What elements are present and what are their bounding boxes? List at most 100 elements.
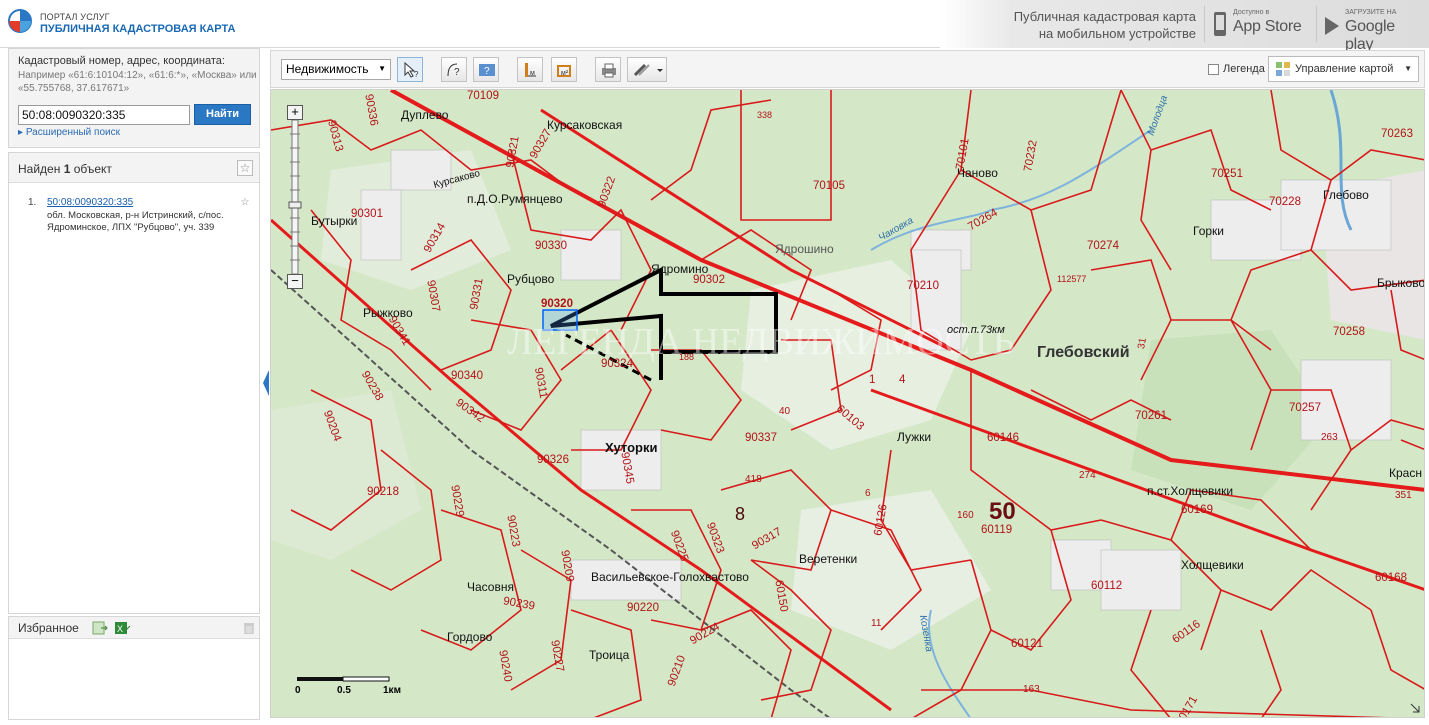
legend-label[interactable]: Легенда [1223, 63, 1265, 75]
place-label: Васильевское-Голохвастово [591, 570, 749, 584]
googleplay-small-text: ЗАГРУЗИТЕ НА [1345, 9, 1397, 16]
place-label: Троица [589, 648, 630, 662]
svg-text:X: X [117, 624, 123, 634]
svg-text:м: м [530, 70, 535, 77]
parcel-label: 70257 [1289, 402, 1321, 414]
trash-icon[interactable] [243, 622, 255, 634]
place-label: Ядрошино [775, 242, 834, 256]
advanced-search-link[interactable]: ▸ Расширенный поиск [18, 127, 120, 138]
parcel-label: 112577 [1057, 274, 1087, 284]
results-title-prefix: Найден [18, 162, 64, 176]
parcel-label: 60121 [1011, 638, 1043, 650]
search-title: Кадастровый номер, адрес, координата: [18, 55, 225, 67]
star-icon[interactable]: ☆ [239, 198, 251, 210]
map-control-dropdown[interactable]: Управление картой ▼ [1268, 56, 1419, 82]
results-title: Найден 1 объект [18, 162, 112, 176]
parcel-label: 31 [1136, 337, 1149, 350]
measure-distance-button[interactable]: м [517, 57, 543, 82]
resize-corner-icon[interactable] [1409, 702, 1421, 714]
portal-title[interactable]: ПУБЛИЧНАЯ КАДАСТРОВАЯ КАРТА [40, 23, 235, 35]
parcel-label: 1 [869, 374, 876, 386]
parcel-label: 90330 [535, 240, 567, 252]
map-watermark: ЛЕГЕНДА НЕДВИЖИМОСТЬ [507, 321, 1015, 363]
parcel-label: 50 [989, 498, 1016, 525]
chevron-down-icon: ▼ [378, 64, 386, 73]
appstore-button[interactable]: Доступно в App Store [1204, 6, 1312, 42]
measure-area-button[interactable]: м² [551, 57, 577, 82]
portal-title-small[interactable]: ПОРТАЛ УСЛУГ [40, 12, 110, 22]
help-map-icon: ? [479, 64, 495, 77]
chevron-down-icon: ▼ [1404, 64, 1412, 73]
parcel-label: 11 [871, 618, 882, 629]
collapse-panel-handle[interactable] [262, 370, 270, 396]
search-hint: Например «61:6:10104:12», «61:6:*», «Мос… [18, 70, 257, 94]
identify-icon: ? [447, 63, 460, 78]
excel-icon[interactable]: X [114, 621, 132, 635]
select-tool-button[interactable]: ? [397, 57, 423, 82]
parcel-label: 263 [1321, 432, 1338, 443]
portal-logo-icon[interactable] [8, 6, 32, 36]
appstore-small-text: Доступно в [1233, 9, 1270, 16]
printer-icon [602, 63, 616, 78]
zoom-control[interactable] [287, 104, 303, 290]
triangle-right-icon: ▸ [18, 127, 26, 138]
parcel-label: 90340 [451, 370, 483, 382]
place-label: Курсаковская [547, 118, 623, 132]
place-label: Часовня [467, 580, 514, 594]
parcel-label: 40 [779, 406, 791, 417]
svg-text:?: ? [414, 70, 419, 79]
favorites-title: Избранное [18, 621, 79, 635]
scale-bar: 0 0.5 1км [295, 675, 415, 699]
search-button[interactable]: Найти [194, 104, 251, 125]
object-type-select[interactable]: Недвижимость ▼ [281, 59, 391, 80]
place-label: Красн [1389, 466, 1422, 480]
results-title-suffix: объект [70, 162, 112, 176]
search-input[interactable] [18, 105, 190, 125]
googleplay-text: Google play [1345, 18, 1395, 53]
results-header: Найден 1 объект ☆ [9, 153, 259, 183]
place-label: Глебовский [1037, 344, 1130, 361]
place-label: Брыково [1377, 276, 1425, 290]
zoom-in-button[interactable]: + [287, 105, 303, 120]
play-icon [1325, 17, 1339, 35]
parcel-label: 4 [899, 374, 906, 386]
place-label: Холщевики [1181, 558, 1244, 572]
parcel-label: 70261 [1135, 410, 1167, 422]
parcel-label: 90326 [537, 454, 569, 466]
scale-label-0: 0 [295, 685, 301, 696]
parcel-label: 60168 [1375, 572, 1407, 584]
mobile-banner-text[interactable]: Публичная кадастровая карта на мобильном… [990, 8, 1196, 42]
link-button[interactable] [627, 57, 667, 82]
export-icon[interactable] [92, 621, 108, 635]
star-icon[interactable]: ☆ [237, 160, 253, 176]
parcel-label: 60146 [987, 432, 1019, 444]
svg-text:?: ? [454, 67, 460, 78]
object-type-value: Недвижимость [286, 62, 369, 76]
header: ПОРТАЛ УСЛУГ ПУБЛИЧНАЯ КАДАСТРОВАЯ КАРТА… [0, 0, 1429, 53]
legend-checkbox[interactable] [1208, 64, 1219, 75]
zoom-out-button[interactable]: − [287, 274, 303, 289]
parcel-label: 274 [1079, 470, 1096, 481]
help-tool-button[interactable]: ? [473, 57, 499, 82]
place-label: Рыжково [363, 306, 413, 320]
search-panel: Кадастровый номер, адрес, координата: На… [8, 48, 260, 148]
place-label: Ядромино [651, 262, 709, 276]
result-cadastral-link[interactable]: 50:08:0090320:335 [47, 197, 133, 208]
parcel-label: 70251 [1211, 168, 1243, 180]
place-label: Глебово [1323, 188, 1369, 202]
googleplay-button[interactable]: ЗАГРУЗИТЕ НА Google play [1316, 6, 1424, 53]
scale-label-1km: 1км [383, 685, 401, 696]
mobile-banner-line2: на мобильном устройстве [1038, 26, 1196, 41]
print-button[interactable] [595, 57, 621, 82]
parcel-label: 188 [679, 352, 695, 362]
map-canvas[interactable]: ЛЕГЕНДА НЕДВИЖИМОСТЬ 90313 90336 90301 9… [270, 89, 1425, 718]
parcel-label: 90320 [541, 298, 573, 310]
place-label: Дуплево [401, 108, 449, 122]
info-tool-button[interactable]: ? [441, 57, 467, 82]
parcel-label: 90324 [601, 358, 633, 370]
parcel-label: 70210 [907, 280, 939, 292]
cursor-icon: ? [404, 61, 419, 79]
map-toolbar: Недвижимость ▼ ? ? ? м м² Легенда Управл… [270, 50, 1425, 88]
parcel-label: 70105 [813, 180, 845, 192]
result-address: обл. Московская, р-н Истринский, с/пос. … [47, 210, 224, 233]
